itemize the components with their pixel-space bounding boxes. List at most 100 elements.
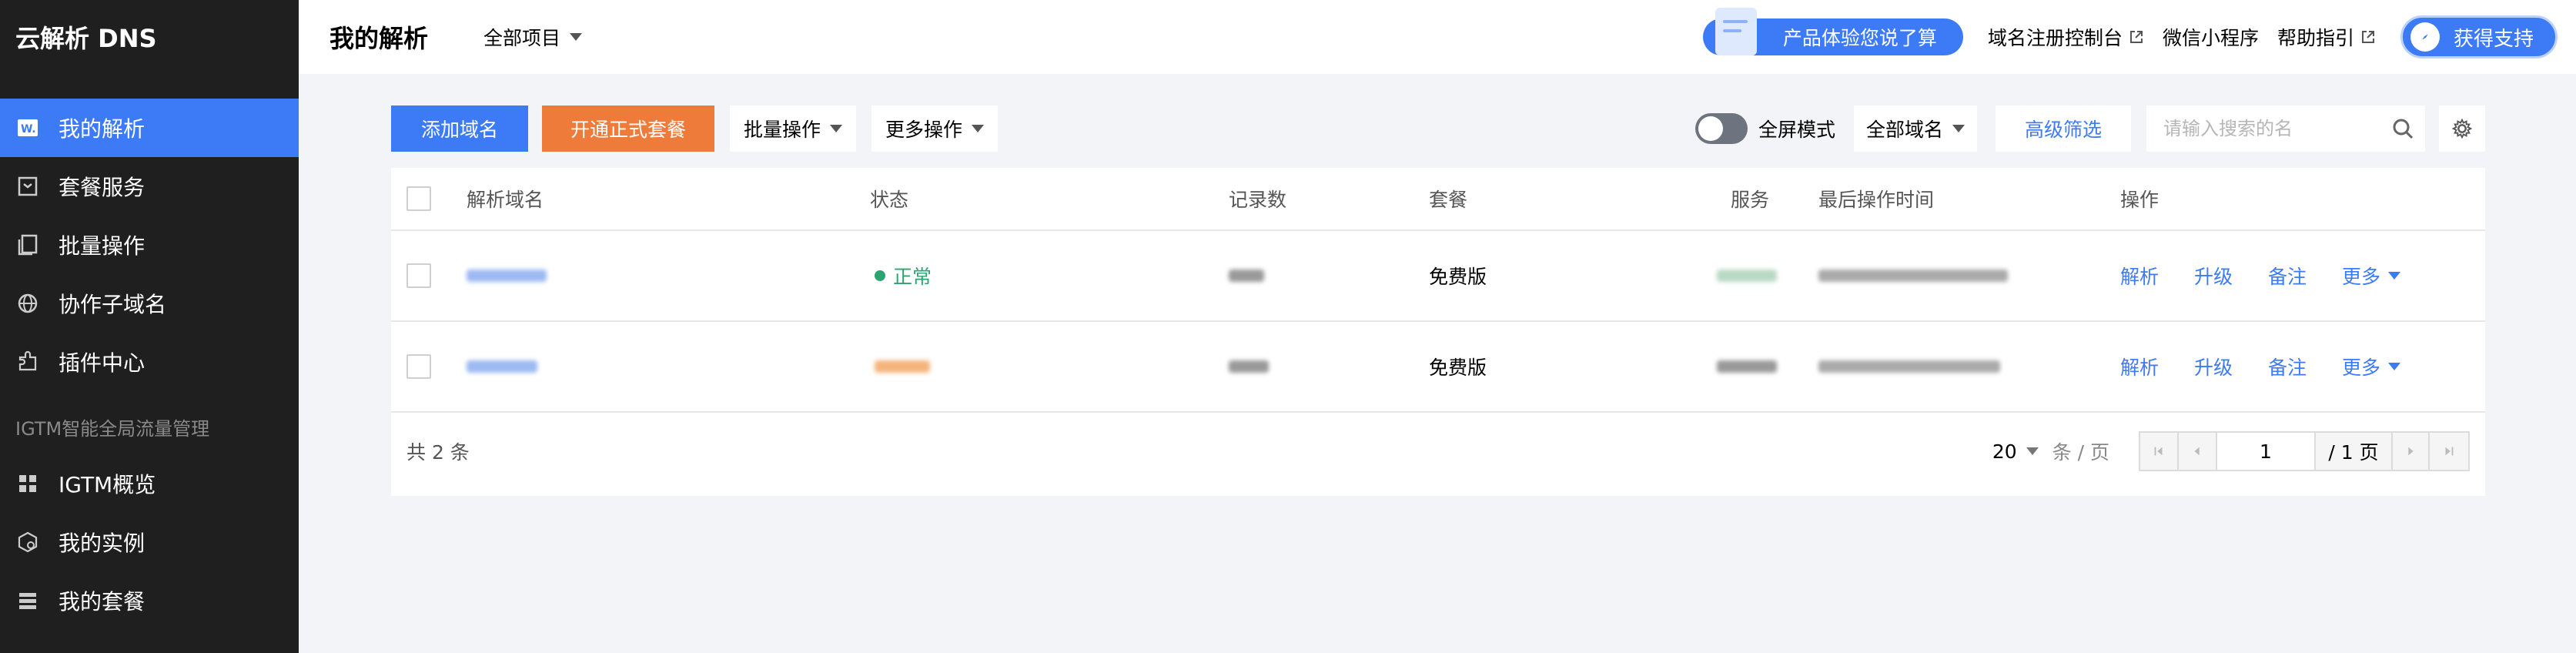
upgrade-link[interactable]: 升级 bbox=[2194, 322, 2233, 411]
column-header: 状态 bbox=[870, 189, 909, 211]
row-checkbox[interactable] bbox=[406, 263, 431, 288]
search-box bbox=[2146, 105, 2425, 152]
sidebar-item-subdomain[interactable]: 协作子域名 bbox=[0, 274, 299, 333]
project-select-label: 全部项目 bbox=[483, 27, 561, 49]
remark-link[interactable]: 备注 bbox=[2268, 231, 2307, 320]
per-page-label: 条 / 页 bbox=[2052, 441, 2109, 464]
pager-controls: / 1 页 bbox=[2139, 431, 2470, 471]
redacted-service bbox=[1717, 270, 1777, 282]
package-cell: 免费版 bbox=[1429, 357, 1487, 379]
last-page-button[interactable] bbox=[2430, 433, 2468, 470]
resolve-link[interactable]: 解析 bbox=[2120, 322, 2159, 411]
row-checkbox[interactable] bbox=[406, 354, 431, 379]
total-pages-label: / 1 页 bbox=[2316, 433, 2391, 470]
search-input[interactable] bbox=[2163, 118, 2387, 139]
column-header: 套餐 bbox=[1429, 189, 1468, 211]
redacted-time bbox=[1818, 270, 2008, 282]
caret-down-icon bbox=[2388, 363, 2401, 370]
domain-name-cell[interactable] bbox=[467, 322, 537, 411]
feedback-promo-button[interactable]: 产品体验您说了算 bbox=[1702, 8, 1963, 55]
caret-down-icon bbox=[2026, 447, 2039, 455]
domain-filter-dropdown[interactable]: 全部域名 bbox=[1854, 105, 1977, 152]
redacted-service bbox=[1717, 360, 1777, 373]
total-count: 共 2 条 bbox=[406, 441, 470, 464]
more-ops-dropdown[interactable]: 更多操作 bbox=[871, 105, 998, 152]
sidebar-item-label: 我的实例 bbox=[59, 531, 146, 556]
caret-down-icon bbox=[570, 33, 583, 41]
more-label: 更多 bbox=[2342, 357, 2381, 379]
get-support-button[interactable]: 获得支持 bbox=[2400, 15, 2558, 59]
select-all-cell bbox=[406, 168, 431, 229]
sidebar-item-batch-ops[interactable]: 批量操作 bbox=[0, 216, 299, 274]
more-actions-dropdown[interactable]: 更多 bbox=[2342, 322, 2401, 411]
domain-console-link[interactable]: 域名注册控制台 bbox=[1988, 23, 2144, 51]
table-row: 正常 免费版 解析 升级 备注 更多 bbox=[391, 231, 2485, 322]
status-dot bbox=[875, 270, 885, 281]
more-actions-dropdown[interactable]: 更多 bbox=[2342, 231, 2401, 320]
domain-name-cell[interactable] bbox=[467, 231, 547, 320]
next-page-icon bbox=[2408, 447, 2414, 456]
link-label: 域名注册控制台 bbox=[1987, 27, 2123, 49]
sidebar-item-package-service[interactable]: 套餐服务 bbox=[0, 157, 299, 216]
caret-down-icon bbox=[2388, 272, 2401, 280]
search-icon[interactable] bbox=[2391, 117, 2414, 140]
link-label: 帮助指引 bbox=[2277, 27, 2354, 49]
sidebar-item-plugins[interactable]: 插件中心 bbox=[0, 333, 299, 391]
table-footer: 共 2 条 20 条 / 页 / 1 页 bbox=[391, 413, 2485, 496]
sidebar-item-label: 协作子域名 bbox=[59, 292, 167, 317]
settings-button[interactable] bbox=[2439, 105, 2485, 152]
support-label: 获得支持 bbox=[2453, 27, 2534, 51]
redacted-domain bbox=[467, 270, 547, 282]
redacted-status bbox=[875, 360, 930, 373]
status-label: 正常 bbox=[893, 266, 932, 288]
domain-table: 解析域名 状态 记录数 套餐 服务 最后操作时间 操作 正常 免费版 解析 升级… bbox=[391, 168, 2485, 496]
compass-icon bbox=[2410, 22, 2440, 52]
select-all-checkbox[interactable] bbox=[406, 186, 431, 211]
advanced-filter-button[interactable]: 高级筛选 bbox=[1996, 105, 2131, 152]
prev-page-button[interactable] bbox=[2179, 433, 2217, 470]
sidebar-item-label: IGTM概览 bbox=[59, 472, 156, 497]
external-link-icon bbox=[2129, 31, 2143, 43]
column-header: 操作 bbox=[2120, 189, 2159, 211]
add-domain-button[interactable]: 添加域名 bbox=[391, 105, 528, 152]
sidebar-item-label: 我的解析 bbox=[59, 116, 146, 142]
document-icon bbox=[1715, 8, 1757, 55]
copy-icon bbox=[15, 233, 40, 257]
batch-ops-dropdown[interactable]: 批量操作 bbox=[730, 105, 856, 152]
remark-link[interactable]: 备注 bbox=[2268, 322, 2307, 411]
header: 我的解析 全部项目 产品体验您说了算 域名注册控制台 微信小程序 帮助指引 获得… bbox=[299, 0, 2576, 74]
globe-icon bbox=[15, 291, 40, 316]
service-cell bbox=[1717, 322, 1777, 411]
upgrade-link[interactable]: 升级 bbox=[2194, 231, 2233, 320]
open-package-button[interactable]: 开通正式套餐 bbox=[542, 105, 714, 152]
project-select[interactable]: 全部项目 bbox=[483, 23, 583, 51]
sidebar-group-title: IGTM智能全局流量管理 bbox=[15, 417, 210, 440]
next-page-button[interactable] bbox=[2391, 433, 2430, 470]
help-guide-link[interactable]: 帮助指引 bbox=[2277, 23, 2376, 51]
last-page-icon bbox=[2445, 447, 2454, 456]
service-cell bbox=[1717, 231, 1777, 320]
column-header: 最后操作时间 bbox=[1818, 189, 1935, 211]
sidebar: 云解析 DNS W. 我的解析 套餐服务 批量操作 协作子域名 插件中心 IGT… bbox=[0, 0, 299, 653]
column-header: 记录数 bbox=[1229, 189, 1287, 211]
fullscreen-toggle[interactable] bbox=[1695, 113, 1748, 144]
resolve-link[interactable]: 解析 bbox=[2120, 231, 2159, 320]
toolbar: 添加域名 开通正式套餐 批量操作 更多操作 全屏模式 全部域名 高级筛选 bbox=[391, 105, 2485, 152]
record-count-cell bbox=[1229, 322, 1269, 411]
sidebar-item-my-dns[interactable]: W. 我的解析 bbox=[0, 99, 299, 157]
page-size-select[interactable]: 20 bbox=[1992, 440, 2039, 463]
page-number-input[interactable] bbox=[2217, 433, 2316, 470]
sidebar-item-label: 插件中心 bbox=[59, 350, 146, 376]
grid-icon bbox=[15, 471, 40, 496]
sidebar-item-my-packages[interactable]: 我的套餐 bbox=[0, 571, 299, 630]
column-header: 服务 bbox=[1731, 189, 1770, 211]
link-label: 微信小程序 bbox=[2162, 27, 2259, 49]
column-header: 解析域名 bbox=[467, 189, 544, 211]
wechat-miniprogram-link[interactable]: 微信小程序 bbox=[2163, 23, 2259, 51]
first-page-button[interactable] bbox=[2140, 433, 2179, 470]
status-badge bbox=[875, 322, 930, 411]
pagination: 20 条 / 页 / 1 页 bbox=[1992, 431, 2470, 471]
sidebar-item-my-instances[interactable]: 我的实例 bbox=[0, 513, 299, 571]
sidebar-item-igtm-overview[interactable]: IGTM概览 bbox=[0, 454, 299, 513]
gear-icon bbox=[2451, 118, 2473, 139]
